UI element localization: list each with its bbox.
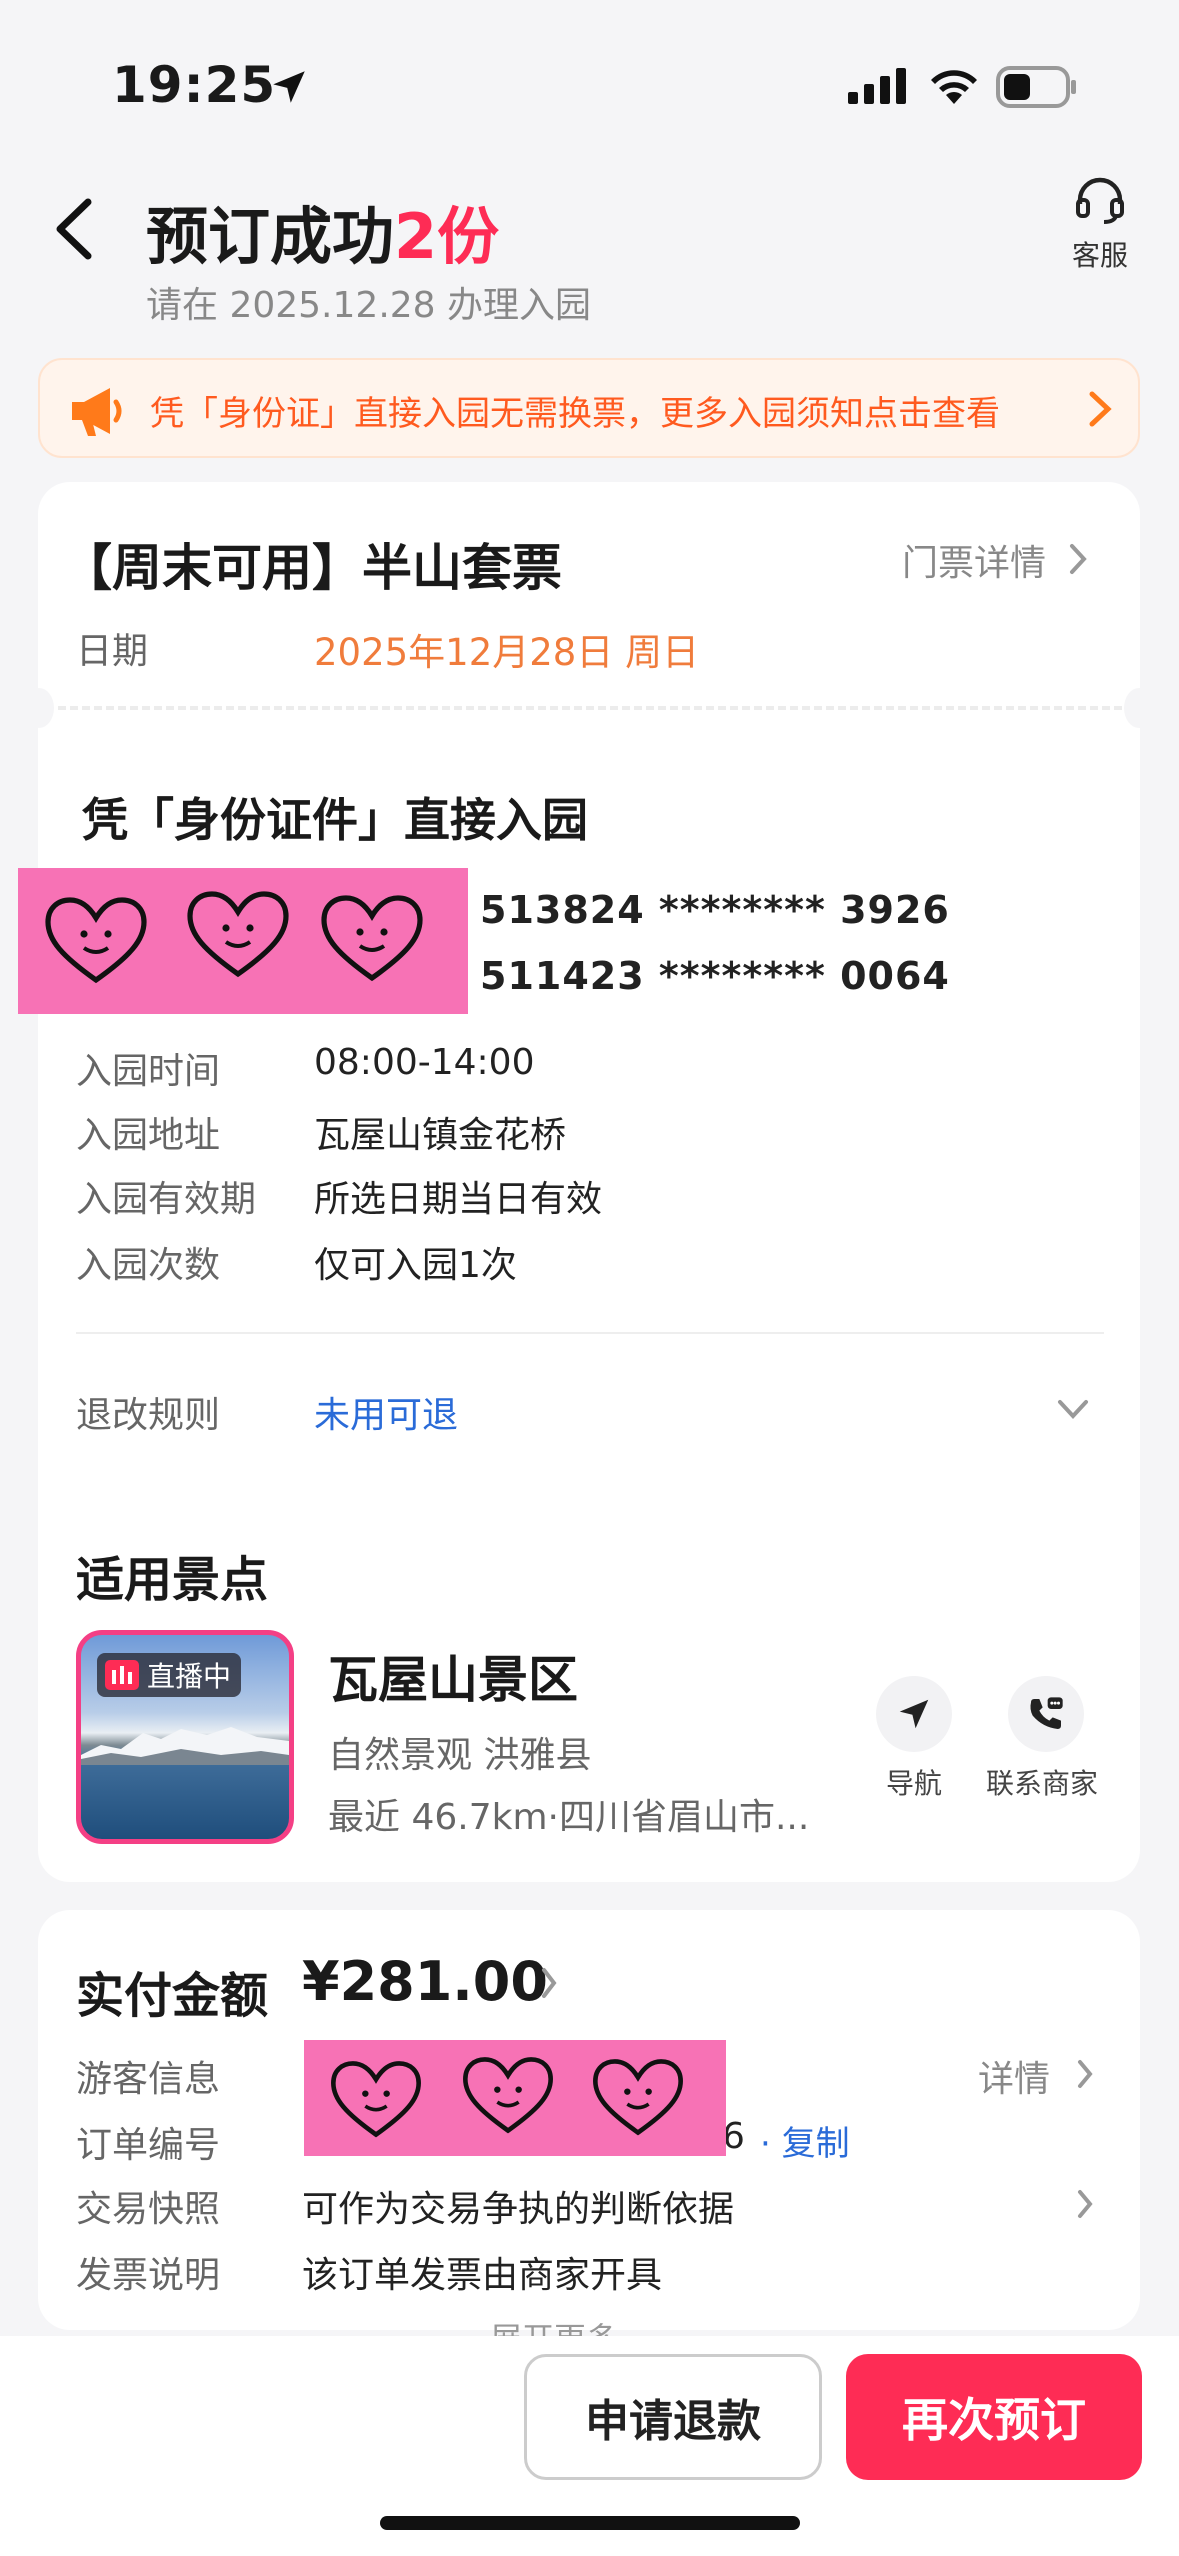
attraction-tags: 自然景观 洪雅县 [328,1735,592,1776]
live-badge: 直播中 [97,1653,242,1697]
headset-icon [1076,177,1124,224]
home-indicator[interactable] [380,2516,800,2530]
ticket-notch-left [24,688,54,728]
cellular-signal-icon [848,68,906,104]
id-entry-heading: 凭「身份证件」直接入园 [82,793,588,847]
title-count: 2份 [394,200,500,273]
attraction-distance: 最近 46.7km·四川省眉山市... [328,1797,810,1838]
trade-snapshot-value[interactable]: 可作为交易争执的判断依据 [302,2180,734,2232]
visitor-detail-link[interactable]: 详情 [978,2050,1050,2102]
back-button[interactable] [48,196,98,262]
megaphone-icon [72,388,122,436]
trade-snapshot-label: 交易快照 [76,2189,221,2230]
request-refund-button[interactable]: 申请退款 [524,2354,822,2480]
id-number: 511423 ******** 0064 [480,954,950,998]
attraction-heading: 适用景点 [76,1552,269,1608]
navigate-button[interactable] [876,1676,952,1752]
page-title: 预订成功2份 [146,186,499,276]
live-badge-text: 直播中 [147,1660,232,1693]
heart-sticker-icon [187,891,289,978]
redaction-sticker [18,868,468,1014]
heart-sticker-icon [463,2057,553,2134]
attraction-name[interactable]: 瓦屋山景区 [328,1640,578,1712]
heart-sticker-icon [593,2059,683,2136]
status-time: 19:25 [112,56,277,114]
validity-value: 所选日期当日有效 [314,1179,603,1220]
chevron-right-icon [542,1968,557,1998]
contact-merchant-button[interactable] [1008,1676,1084,1752]
battery-icon [996,66,1076,108]
chevron-right-icon [1089,391,1112,427]
ticket-name: 【周末可用】半山套票 [62,539,562,597]
invoice-value: 该订单发票由商家开具 [302,2255,663,2296]
order-number-label: 订单编号 [76,2125,221,2166]
copy-order-button[interactable]: · 复制 [760,2116,850,2165]
paid-amount-label: 实付金额 [76,1968,269,2024]
location-arrow-icon [273,71,305,103]
live-icon [105,1660,139,1690]
divider [76,1332,1104,1334]
entry-address-value: 瓦屋山镇金花桥 [314,1115,567,1156]
entry-address-label: 入园地址 [76,1115,221,1156]
contact-merchant-label: 联系商家 [986,1767,1099,1800]
entry-count-value: 仅可入园1次 [314,1245,517,1286]
refund-rules-value[interactable]: 未用可退 [314,1386,458,1438]
chevron-right-icon[interactable] [1076,2188,1094,2220]
validity-label: 入园有效期 [76,1179,257,1220]
attraction-thumbnail[interactable]: 直播中 [76,1630,294,1844]
ticket-divider [58,706,1122,710]
mountain-landscape-icon [81,1727,289,1765]
customer-service-label: 客服 [1071,239,1128,272]
visitor-info-label: 游客信息 [76,2059,221,2100]
date-value: 2025年12月28日 周日 [314,631,700,674]
entry-notice-banner[interactable]: 凭「身份证」直接入园无需换票，更多入园须知点击查看 [38,358,1140,458]
book-again-button[interactable]: 再次预订 [846,2354,1142,2480]
date-label: 日期 [76,631,149,672]
invoice-label: 发票说明 [76,2255,221,2296]
chevron-right-icon [1078,2060,1093,2088]
refund-rules-label: 退改规则 [76,1395,221,1436]
ticket-detail-link[interactable]: 门票详情 [902,534,1046,586]
entry-time-label: 入园时间 [76,1051,221,1092]
entry-time-value: 08:00-14:00 [314,1042,535,1083]
customer-service-button[interactable]: 客服 [1060,176,1140,274]
heart-sticker-icon [321,895,423,982]
phone-chat-icon [1030,1697,1063,1729]
page-subtitle: 请在 2025.12.28 办理入园 [146,285,592,326]
heart-sticker-icon [45,897,147,984]
chevron-down-icon[interactable] [1056,1398,1090,1422]
id-number: 513824 ******** 3926 [480,888,950,932]
wifi-icon [931,70,977,104]
navigation-arrow-icon [899,1699,929,1729]
entry-count-label: 入园次数 [76,1245,221,1286]
navigate-label: 导航 [885,1767,942,1800]
notice-text: 凭「身份证」直接入园无需换票，更多入园须知点击查看 [150,394,1000,434]
heart-sticker-icon [331,2061,421,2138]
title-text: 预订成功 [146,200,395,273]
chevron-right-icon [1070,544,1087,574]
ticket-notch-right [1124,688,1154,728]
redaction-sticker [304,2040,726,2156]
paid-amount-value[interactable]: ¥281.00 [302,1950,548,2013]
